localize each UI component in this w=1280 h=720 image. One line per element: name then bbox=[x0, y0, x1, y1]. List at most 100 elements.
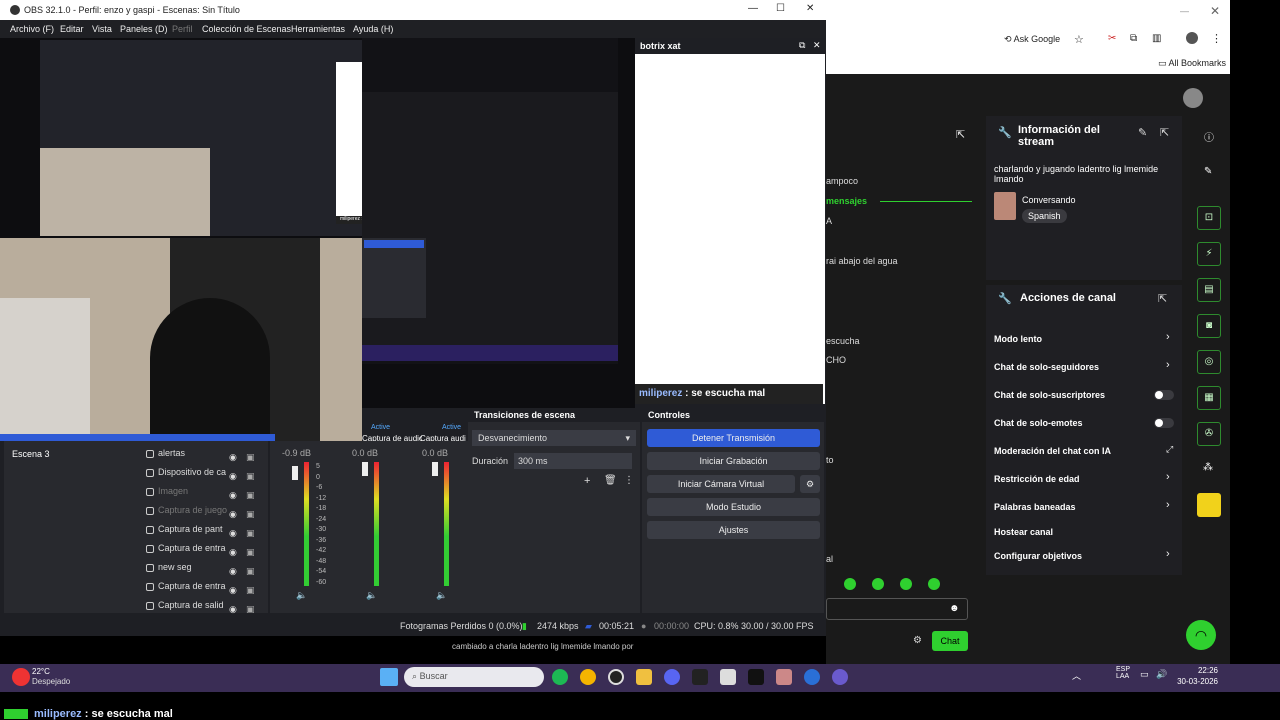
menu-profile[interactable]: Perfil bbox=[172, 24, 193, 34]
wrench-icon[interactable]: ✇ bbox=[1197, 422, 1221, 446]
stop-stream-button[interactable]: Detener Transmisión bbox=[647, 429, 820, 447]
menu-edit[interactable]: Editar bbox=[60, 24, 84, 34]
folder-icon[interactable] bbox=[636, 669, 652, 685]
volume-slider[interactable] bbox=[432, 462, 438, 476]
action-age-restriction[interactable]: Restricción de edad bbox=[994, 474, 1080, 484]
app-icon[interactable] bbox=[804, 669, 820, 685]
emoji-icon[interactable]: ☻ bbox=[949, 603, 960, 614]
action-banned-words[interactable]: Palabras baneadas bbox=[994, 502, 1076, 512]
action-goals[interactable]: Configurar objetivos bbox=[994, 551, 1082, 561]
menu-view[interactable]: Vista bbox=[92, 24, 112, 34]
emote-icon[interactable] bbox=[872, 578, 884, 590]
extension-yellow-icon[interactable] bbox=[1197, 493, 1221, 517]
menu-file[interactable]: Archivo (F) bbox=[10, 24, 54, 34]
emote-icon[interactable] bbox=[900, 578, 912, 590]
action-subs-only[interactable]: Chat de solo-suscriptores bbox=[994, 390, 1105, 400]
transition-select[interactable]: Desvanecimiento ▾ bbox=[472, 430, 636, 446]
menu-scene-collection[interactable]: Colección de Escenas bbox=[202, 24, 291, 34]
start-recording-button[interactable]: Iniciar Grabación bbox=[647, 452, 820, 470]
chat-send-button[interactable]: Chat bbox=[932, 631, 968, 651]
settings-button[interactable]: Ajustes bbox=[647, 521, 820, 539]
scene-item[interactable]: Escena 3 bbox=[12, 449, 50, 459]
volume-slider[interactable] bbox=[292, 466, 298, 480]
close-icon[interactable]: ✕ bbox=[1210, 4, 1220, 18]
emote-icon[interactable] bbox=[844, 578, 856, 590]
profile-avatar[interactable] bbox=[1183, 88, 1203, 108]
toggle-emote[interactable] bbox=[1154, 418, 1174, 428]
chevron-right-icon[interactable]: › bbox=[1166, 331, 1170, 343]
edit-icon[interactable]: ✎ bbox=[1138, 126, 1147, 139]
clock-date[interactable]: 30-03-2026 bbox=[1176, 677, 1218, 686]
speaker-icon[interactable]: 🔈 bbox=[296, 590, 307, 601]
pencil-icon[interactable]: ✎ bbox=[1204, 166, 1212, 177]
app-icon[interactable] bbox=[832, 669, 848, 685]
sidepanel-icon[interactable]: ▥ bbox=[1152, 33, 1161, 44]
speaker-icon[interactable]: 🔈 bbox=[366, 590, 377, 601]
nodes-icon[interactable]: ⁂ bbox=[1203, 462, 1213, 473]
popout-icon[interactable]: ⇱ bbox=[956, 128, 965, 141]
chrome-icon[interactable] bbox=[580, 669, 596, 685]
action-slow-mode[interactable]: Modo lento bbox=[994, 334, 1042, 344]
star-icon[interactable]: ☆ bbox=[1074, 33, 1084, 46]
chat-bubble-icon[interactable]: ◙ bbox=[1197, 314, 1221, 338]
headset-icon[interactable]: ◠ bbox=[1186, 620, 1216, 650]
float-icon[interactable]: ⧉ bbox=[799, 40, 805, 51]
gear-icon[interactable]: ⚙ bbox=[913, 635, 922, 646]
broadcast-icon[interactable]: ◎ bbox=[1197, 350, 1221, 374]
chevron-right-icon[interactable]: › bbox=[1166, 499, 1170, 511]
language-tag[interactable]: Spanish bbox=[1022, 209, 1067, 223]
popout-icon[interactable]: ⇱ bbox=[1160, 126, 1169, 139]
clip-icon[interactable]: ⊡ bbox=[1197, 206, 1221, 230]
volume-icon[interactable]: 🔊 bbox=[1156, 669, 1167, 680]
studio-mode-button[interactable]: Modo Estudio bbox=[647, 498, 820, 516]
weather-temp[interactable]: 22°C bbox=[32, 667, 50, 676]
toggle-subs[interactable] bbox=[1154, 390, 1174, 400]
chart-icon[interactable]: ⤢ bbox=[1166, 444, 1173, 455]
weather-desc[interactable]: Despejado bbox=[32, 677, 70, 686]
speaker-icon[interactable]: 🔈 bbox=[436, 590, 447, 601]
avatar[interactable] bbox=[1186, 32, 1198, 44]
maximize-icon[interactable]: ☐ bbox=[776, 3, 785, 14]
kebab-menu-icon[interactable]: ⋮ bbox=[624, 475, 634, 486]
kebab-menu-icon[interactable]: ⋮ bbox=[1211, 32, 1222, 45]
action-followers-only[interactable]: Chat de solo-seguidores bbox=[994, 362, 1099, 372]
chevron-up-icon[interactable]: ︿ bbox=[1072, 669, 1081, 682]
gear-icon[interactable]: ⚙ bbox=[800, 475, 820, 493]
emote-icon[interactable] bbox=[928, 578, 940, 590]
chevron-right-icon[interactable]: › bbox=[1166, 359, 1170, 371]
action-ai-moderation[interactable]: Moderación del chat con IA bbox=[994, 446, 1111, 456]
start-virtualcam-button[interactable]: Iniciar Cámara Virtual bbox=[647, 475, 795, 493]
trash-icon[interactable]: 🗑 bbox=[604, 475, 617, 486]
doc-icon[interactable]: ▤ bbox=[1197, 278, 1221, 302]
menu-help[interactable]: Ayuda (H) bbox=[353, 24, 393, 34]
menu-docks[interactable]: Paneles (D) bbox=[120, 24, 168, 34]
menu-tools[interactable]: Herramientas bbox=[291, 24, 345, 34]
duration-input[interactable]: 300 ms bbox=[514, 453, 632, 469]
category[interactable]: Conversando bbox=[1022, 195, 1076, 205]
add-icon[interactable]: + bbox=[584, 475, 590, 487]
obs-icon[interactable] bbox=[608, 669, 624, 685]
lightning-icon[interactable]: ⚡ bbox=[1197, 242, 1221, 266]
volume-slider[interactable] bbox=[362, 462, 368, 476]
chevron-right-icon[interactable]: › bbox=[1166, 548, 1170, 560]
windows-start-icon[interactable] bbox=[380, 668, 398, 686]
puzzle-icon[interactable]: ⧉ bbox=[1130, 33, 1137, 44]
discord-icon[interactable] bbox=[664, 669, 680, 685]
close-icon[interactable]: ✕ bbox=[813, 40, 821, 51]
calendar-icon[interactable] bbox=[720, 669, 736, 685]
info-icon[interactable]: ⓘ bbox=[1204, 129, 1214, 144]
lock-icons[interactable]: ▣ ▣ ▣ ▣ ▣ ▣ ▣ ▣ ▣ bbox=[246, 448, 256, 618]
minimize-icon[interactable]: — bbox=[1180, 6, 1189, 16]
action-host[interactable]: Hostear canal bbox=[994, 527, 1053, 537]
extension-icon[interactable]: ✂ bbox=[1108, 33, 1116, 44]
close-icon[interactable]: ✕ bbox=[806, 3, 814, 14]
action-emote-only[interactable]: Chat de solo-emotes bbox=[994, 418, 1083, 428]
search-input[interactable]: ⌕ Buscar bbox=[404, 667, 544, 687]
visibility-icons[interactable]: ◉ ◉ ◉ ◉ ◉ ◉ ◉ ◉ ◉ bbox=[229, 448, 241, 618]
all-bookmarks[interactable]: ▭ All Bookmarks bbox=[1158, 58, 1226, 69]
epic-icon[interactable] bbox=[748, 669, 764, 685]
game-icon[interactable] bbox=[692, 669, 708, 685]
chat-input[interactable] bbox=[826, 598, 968, 620]
popout-icon[interactable]: ⇱ bbox=[1158, 292, 1167, 305]
clock-time[interactable]: 22:26 bbox=[1196, 666, 1218, 675]
